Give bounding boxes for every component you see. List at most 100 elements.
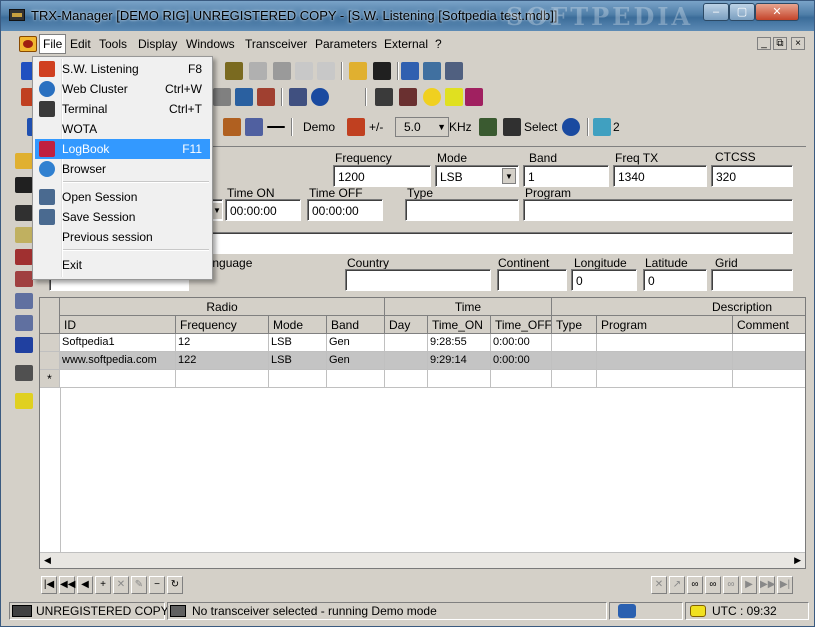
mdi-close-button[interactable]: ×: [791, 37, 805, 50]
scroll-right-icon[interactable]: ▶: [794, 555, 801, 566]
table-cell[interactable]: 12: [176, 334, 269, 352]
table-cell[interactable]: [733, 370, 805, 388]
new-row-marker[interactable]: *: [40, 370, 60, 388]
table-cell[interactable]: [385, 334, 428, 352]
printer-icon[interactable]: [15, 365, 33, 381]
menu-external[interactable]: External: [384, 37, 428, 51]
close-button[interactable]: ✕: [755, 3, 799, 21]
table-cell[interactable]: www.softpedia.com: [60, 352, 176, 370]
table-cell[interactable]: [597, 352, 733, 370]
chevron-down-icon[interactable]: ▼: [212, 203, 222, 219]
filter-icon[interactable]: [213, 88, 231, 106]
binoculars-icon[interactable]: [503, 118, 521, 136]
spot-icon[interactable]: [401, 62, 419, 80]
ctcss-field[interactable]: 320: [711, 165, 793, 187]
next-page-icon[interactable]: ▶▶: [759, 576, 775, 594]
type-field[interactable]: [405, 199, 519, 221]
column-type-header[interactable]: Type: [552, 316, 597, 334]
menu-item-exit[interactable]: Exit: [35, 255, 210, 275]
filter-off-icon[interactable]: ✕: [651, 576, 667, 594]
filter-funnel-icon[interactable]: [479, 118, 497, 136]
step-size-select[interactable]: 5.0 ▼: [395, 117, 449, 137]
tune-icon[interactable]: [225, 62, 243, 80]
find-icon[interactable]: ↗: [669, 576, 685, 594]
prior-record-icon[interactable]: ◀: [77, 576, 93, 594]
table-cell[interactable]: LSB: [269, 352, 327, 370]
printer-icon[interactable]: [375, 88, 393, 106]
delete-all-icon[interactable]: [15, 271, 33, 287]
open-folder-icon[interactable]: [349, 62, 367, 80]
menu-display[interactable]: Display: [138, 37, 177, 51]
table-cell[interactable]: [552, 370, 597, 388]
network-icon[interactable]: [562, 118, 580, 136]
radio-app-icon[interactable]: [9, 9, 25, 21]
book-icon[interactable]: [465, 88, 483, 106]
comment-field[interactable]: [211, 232, 793, 254]
table-cell[interactable]: [597, 370, 733, 388]
horizontal-scrollbar[interactable]: ◀ ▶: [40, 552, 805, 568]
map-icon[interactable]: [235, 88, 253, 106]
menu-windows[interactable]: Windows: [186, 37, 235, 51]
select-label[interactable]: Select: [524, 120, 557, 134]
sort-descending-icon[interactable]: [15, 315, 33, 331]
pen-icon[interactable]: [245, 118, 263, 136]
continent-field[interactable]: [497, 269, 567, 291]
menu-transceiver[interactable]: Transceiver: [245, 37, 307, 51]
delete-mark-icon[interactable]: [15, 249, 33, 265]
column-mode-header[interactable]: Mode: [269, 316, 327, 334]
search-icon[interactable]: [257, 88, 275, 106]
column-frequency-header[interactable]: Frequency: [176, 316, 269, 334]
menu-item-logbook[interactable]: LogBook F11: [35, 139, 210, 159]
network-icon[interactable]: [311, 88, 329, 106]
table-cell[interactable]: 0:00:00: [491, 352, 552, 370]
menu-item-open-session[interactable]: Open Session: [35, 187, 210, 207]
grid-field[interactable]: [711, 269, 793, 291]
table-cell[interactable]: Gen: [327, 334, 385, 352]
menu-file[interactable]: File: [39, 34, 67, 54]
save-disk-icon[interactable]: [15, 177, 33, 193]
database-icon[interactable]: [593, 118, 611, 136]
sort-ascending-icon[interactable]: [15, 293, 33, 309]
table-cell[interactable]: [385, 370, 428, 388]
binoculars-icon[interactable]: ∞: [687, 576, 703, 594]
menu-parameters[interactable]: Parameters: [315, 37, 377, 51]
table-cell[interactable]: 0:00:00: [491, 334, 552, 352]
edit-record-icon[interactable]: ✎: [131, 576, 147, 594]
scan-icon[interactable]: [249, 62, 267, 80]
menu-item-save-session[interactable]: Save Session: [35, 207, 210, 227]
band-field[interactable]: 1: [523, 165, 609, 187]
table-cell[interactable]: [733, 352, 805, 370]
menu-item-terminal[interactable]: Terminal Ctrl+T: [35, 99, 210, 119]
column-program-header[interactable]: Program: [597, 316, 733, 334]
binoculars-prev-icon[interactable]: ∞: [723, 576, 739, 594]
cluster-icon[interactable]: [423, 62, 441, 80]
smiley-icon[interactable]: [423, 88, 441, 106]
time-off-field[interactable]: 00:00:00: [307, 199, 383, 221]
column-time-off-header[interactable]: Time_OFF: [491, 316, 552, 334]
mdi-restore-button[interactable]: ⧉: [773, 37, 787, 50]
last-record-icon[interactable]: ▶|: [777, 576, 793, 594]
menu-item-previous-session[interactable]: Previous session: [35, 227, 210, 247]
undo-icon[interactable]: [295, 62, 313, 80]
first-record-icon[interactable]: |◀: [41, 576, 57, 594]
menu-item-browser[interactable]: Browser: [35, 159, 210, 179]
table-cell[interactable]: 9:29:14: [428, 352, 491, 370]
column-time-on-header[interactable]: Time_ON: [428, 316, 491, 334]
table-cell[interactable]: [597, 334, 733, 352]
next-record-icon[interactable]: ▶: [741, 576, 757, 594]
table-cell[interactable]: [552, 334, 597, 352]
binoculars-next-icon[interactable]: ∞: [705, 576, 721, 594]
latitude-field[interactable]: 0: [643, 269, 707, 291]
tools-icon[interactable]: [15, 337, 33, 353]
column-day-header[interactable]: Day: [385, 316, 428, 334]
demo-label[interactable]: Demo: [303, 120, 335, 134]
mode-select[interactable]: LSB ▼: [435, 165, 519, 187]
table-cell[interactable]: [60, 370, 176, 388]
dx-icon[interactable]: [445, 62, 463, 80]
grid-icon[interactable]: [15, 205, 33, 221]
open-folder-icon[interactable]: [15, 153, 33, 169]
rig-icon[interactable]: [347, 118, 365, 136]
longitude-field[interactable]: 0: [571, 269, 637, 291]
maximize-button[interactable]: ▢: [729, 3, 755, 21]
menu-edit[interactable]: Edit: [70, 37, 91, 51]
